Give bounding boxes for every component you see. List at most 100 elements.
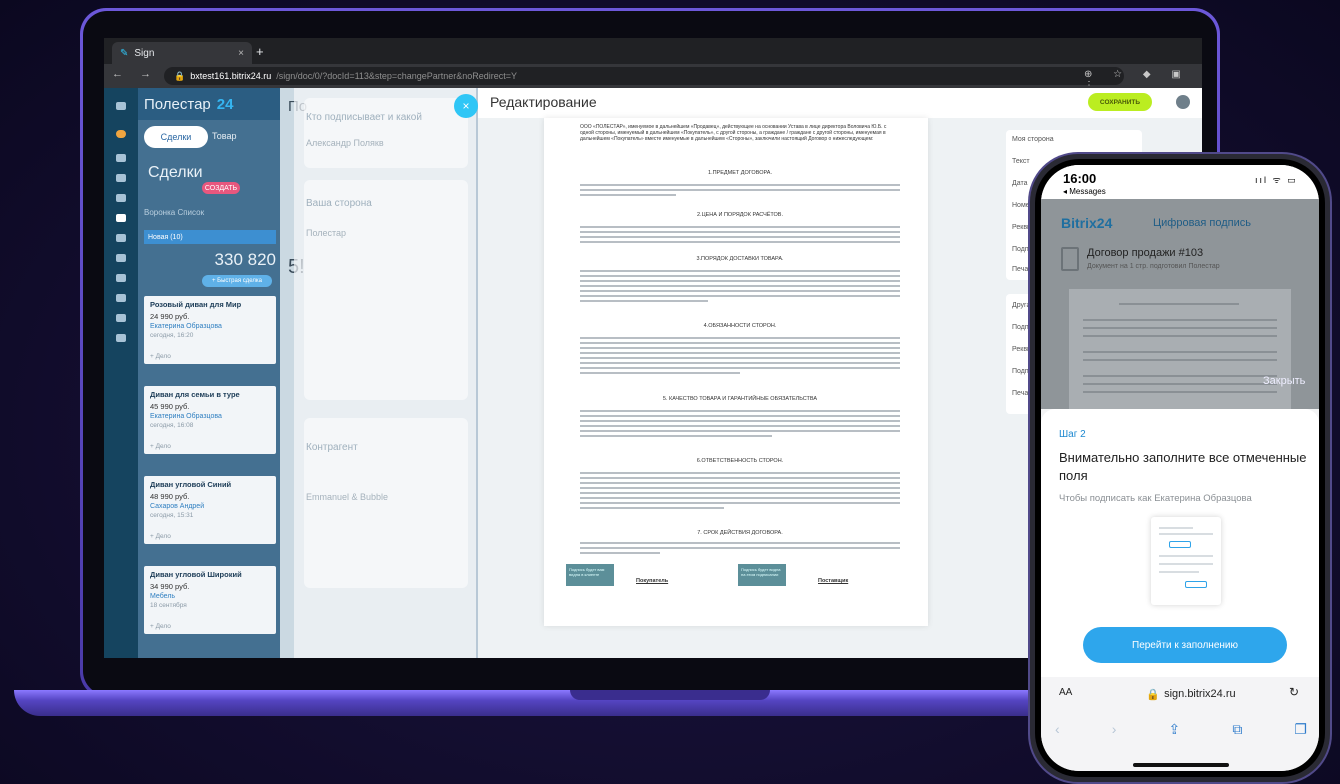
- deal-date: сегодня, 16:08: [150, 422, 194, 429]
- deal-date: сегодня, 15:31: [150, 512, 194, 519]
- sheet-hint: Чтобы подписать как Екатерина Образцова: [1059, 493, 1252, 504]
- save-button[interactable]: СОХРАНИТЬ: [1088, 93, 1152, 111]
- signal-icon: ııl ᯤ ▭: [1255, 175, 1298, 185]
- document-page: ООО «ПОЛЕСТАР», именуемое в дальнейшем «…: [544, 118, 928, 626]
- view-switcher[interactable]: Воронка Список: [144, 208, 204, 217]
- signer-field[interactable]: Александр Полякв: [306, 138, 384, 148]
- phone: 16:00 ◂ Messages ııl ᯤ ▭ Bitrix24 Цифров…: [1030, 154, 1330, 782]
- doc-text-block: [580, 184, 900, 199]
- lock-icon: 🔒: [174, 70, 186, 81]
- share-icon[interactable]: ⇪: [1169, 721, 1181, 738]
- close-icon[interactable]: ×: [454, 94, 478, 118]
- my-company-field[interactable]: Полестар: [306, 228, 346, 238]
- tab-title: Sign: [134, 47, 155, 59]
- list-item[interactable]: Розовый диван для Мир 24 990 руб. Екатер…: [144, 296, 276, 364]
- status-time: 16:00: [1063, 171, 1097, 186]
- settings-icon[interactable]: [116, 334, 126, 342]
- laptop-notch: [570, 690, 770, 700]
- app-header: Полестар 24: [138, 88, 280, 120]
- deal-action[interactable]: + Дело: [150, 623, 270, 630]
- doc-text-block: [580, 337, 900, 377]
- avatar[interactable]: [116, 130, 126, 138]
- url-field[interactable]: 🔒 bxtest161.bitrix24.ru/sign/doc/0/?docI…: [164, 67, 1124, 85]
- deal-date: 18 сентября: [150, 602, 187, 609]
- doc-section-3: 3.ПОРЯДОК ДОСТАВКИ ТОВАРА.: [696, 256, 784, 262]
- block-item[interactable]: Текст: [1012, 158, 1030, 165]
- browser-tab[interactable]: ✎ Sign ×: [112, 42, 252, 64]
- menu-icon[interactable]: [116, 102, 126, 110]
- back-icon[interactable]: ‹: [1055, 721, 1060, 738]
- doc-text-block: [580, 472, 900, 512]
- deal-price: 45 990 руб.: [150, 402, 190, 411]
- doc-section-2: 2.ЦЕНА И ПОРЯДОК РАСЧЁТОВ.: [696, 212, 784, 218]
- bookmarks-icon[interactable]: ⧉: [1232, 721, 1242, 738]
- contractor-field[interactable]: Emmanuel & Bubble: [306, 492, 388, 502]
- signature-field-seller[interactable]: Подпись будет видна на этом подписании: [738, 564, 786, 586]
- list-item[interactable]: Диван для семьи в туре 45 990 руб. Екате…: [144, 386, 276, 454]
- home-indicator: [1133, 763, 1229, 767]
- signers-label: Кто подписывает и какой: [306, 112, 422, 123]
- deal-contact[interactable]: Сахаров Андрей: [150, 503, 270, 510]
- tab-goods[interactable]: Товар: [212, 131, 237, 141]
- create-button[interactable]: СОЗДАТЬ: [202, 182, 240, 194]
- deal-action[interactable]: + Дело: [150, 443, 270, 450]
- document-preview: [1069, 289, 1291, 419]
- sheet-heading: Внимательно заполните все отмеченные пол…: [1059, 450, 1307, 483]
- my-side-card: [304, 180, 468, 400]
- feed-icon[interactable]: [116, 154, 126, 162]
- tab-close-icon[interactable]: ×: [238, 48, 244, 59]
- list-item[interactable]: Диван угловой Широкий 34 990 руб. Мебель…: [144, 566, 276, 634]
- doc-section-5: 5. КАЧЕСТВО ТОВАРА И ГАРАНТИЙНЫЕ ОБЯЗАТЕ…: [662, 396, 818, 402]
- crm-icon[interactable]: [116, 214, 126, 222]
- stage-header: Новая (10): [144, 230, 276, 244]
- deal-price: 34 990 руб.: [150, 582, 190, 591]
- mail-icon[interactable]: [116, 274, 126, 282]
- calendar-icon[interactable]: [116, 254, 126, 262]
- url-host: bxtest161.bitrix24.ru: [190, 71, 272, 81]
- block-item[interactable]: Дата: [1012, 180, 1028, 187]
- deal-title: Диван для семьи в туре: [150, 390, 240, 399]
- deal-contact[interactable]: Екатерина Образцова: [150, 323, 270, 330]
- app-name: Полестар: [144, 95, 211, 113]
- deal-date: сегодня, 16:20: [150, 332, 194, 339]
- reload-icon[interactable]: ↻: [1289, 685, 1299, 699]
- bitrix-logo: Bitrix24: [1061, 215, 1113, 231]
- doc-section-7: 7. СРОК ДЕЙСТВИЯ ДОГОВОРА.: [697, 530, 783, 536]
- shop-icon[interactable]: [116, 294, 126, 302]
- deal-contact[interactable]: Мебель: [150, 593, 270, 600]
- app-suffix: 24: [216, 95, 234, 113]
- doc-section-6: 6.ОТВЕТСТВЕННОСТЬ СТОРОН.: [696, 458, 784, 464]
- deal-action[interactable]: + Дело: [150, 353, 270, 360]
- cart-icon[interactable]: [116, 194, 126, 202]
- browser-tabbar: ✎ Sign × +: [104, 38, 1202, 64]
- quick-deal-button[interactable]: + Быстрая сделка: [202, 275, 272, 287]
- close-link[interactable]: Закрыть: [1263, 375, 1305, 387]
- text-size-button[interactable]: AA: [1059, 687, 1072, 698]
- deal-action[interactable]: + Дело: [150, 533, 270, 540]
- tab-deals[interactable]: Сделки: [144, 126, 208, 148]
- dimmed-document-view: Bitrix24 Цифровая подпись Договор продаж…: [1041, 199, 1319, 419]
- go-to-fill-button[interactable]: Перейти к заполнению: [1083, 627, 1287, 663]
- avatar[interactable]: [1176, 95, 1190, 109]
- new-tab-button[interactable]: +: [256, 44, 264, 59]
- doc-intro: ООО «ПОЛЕСТАР», именуемое в дальнейшем «…: [580, 124, 887, 142]
- doc-text-block: [580, 226, 900, 246]
- deal-contact[interactable]: Екатерина Образцова: [150, 413, 270, 420]
- sites-icon[interactable]: [116, 314, 126, 322]
- editor-header: Редактирование СОХРАНИТЬ: [478, 88, 1202, 118]
- status-bar: 16:00 ◂ Messages ııl ᯤ ▭: [1041, 165, 1319, 199]
- tasks-icon[interactable]: [116, 174, 126, 182]
- back-to-messages-link[interactable]: ◂ Messages: [1063, 187, 1106, 196]
- address-field[interactable]: 🔒 sign.bitrix24.ru: [1111, 683, 1271, 705]
- tabs-icon[interactable]: ❐: [1294, 721, 1307, 738]
- doc-section-1: 1.ПРЕДМЕТ ДОГОВОРА.: [708, 170, 772, 176]
- list-item[interactable]: Диван угловой Синий 48 990 руб. Сахаров …: [144, 476, 276, 544]
- forward-icon[interactable]: ›: [1112, 721, 1117, 738]
- drive-icon[interactable]: [116, 234, 126, 242]
- signature-field-buyer[interactable]: Подпись будет вам видна в клиенте: [566, 564, 614, 586]
- signature-label-seller: Поставщик: [818, 578, 849, 584]
- blocks-header: Моя сторона: [1012, 136, 1054, 143]
- signers-panel: Кто подписывает и какой Александр Полякв…: [294, 88, 478, 658]
- url-path: /sign/doc/0/?docId=113&step=changePartne…: [276, 71, 518, 81]
- deal-title: Розовый диван для Мир: [150, 300, 242, 309]
